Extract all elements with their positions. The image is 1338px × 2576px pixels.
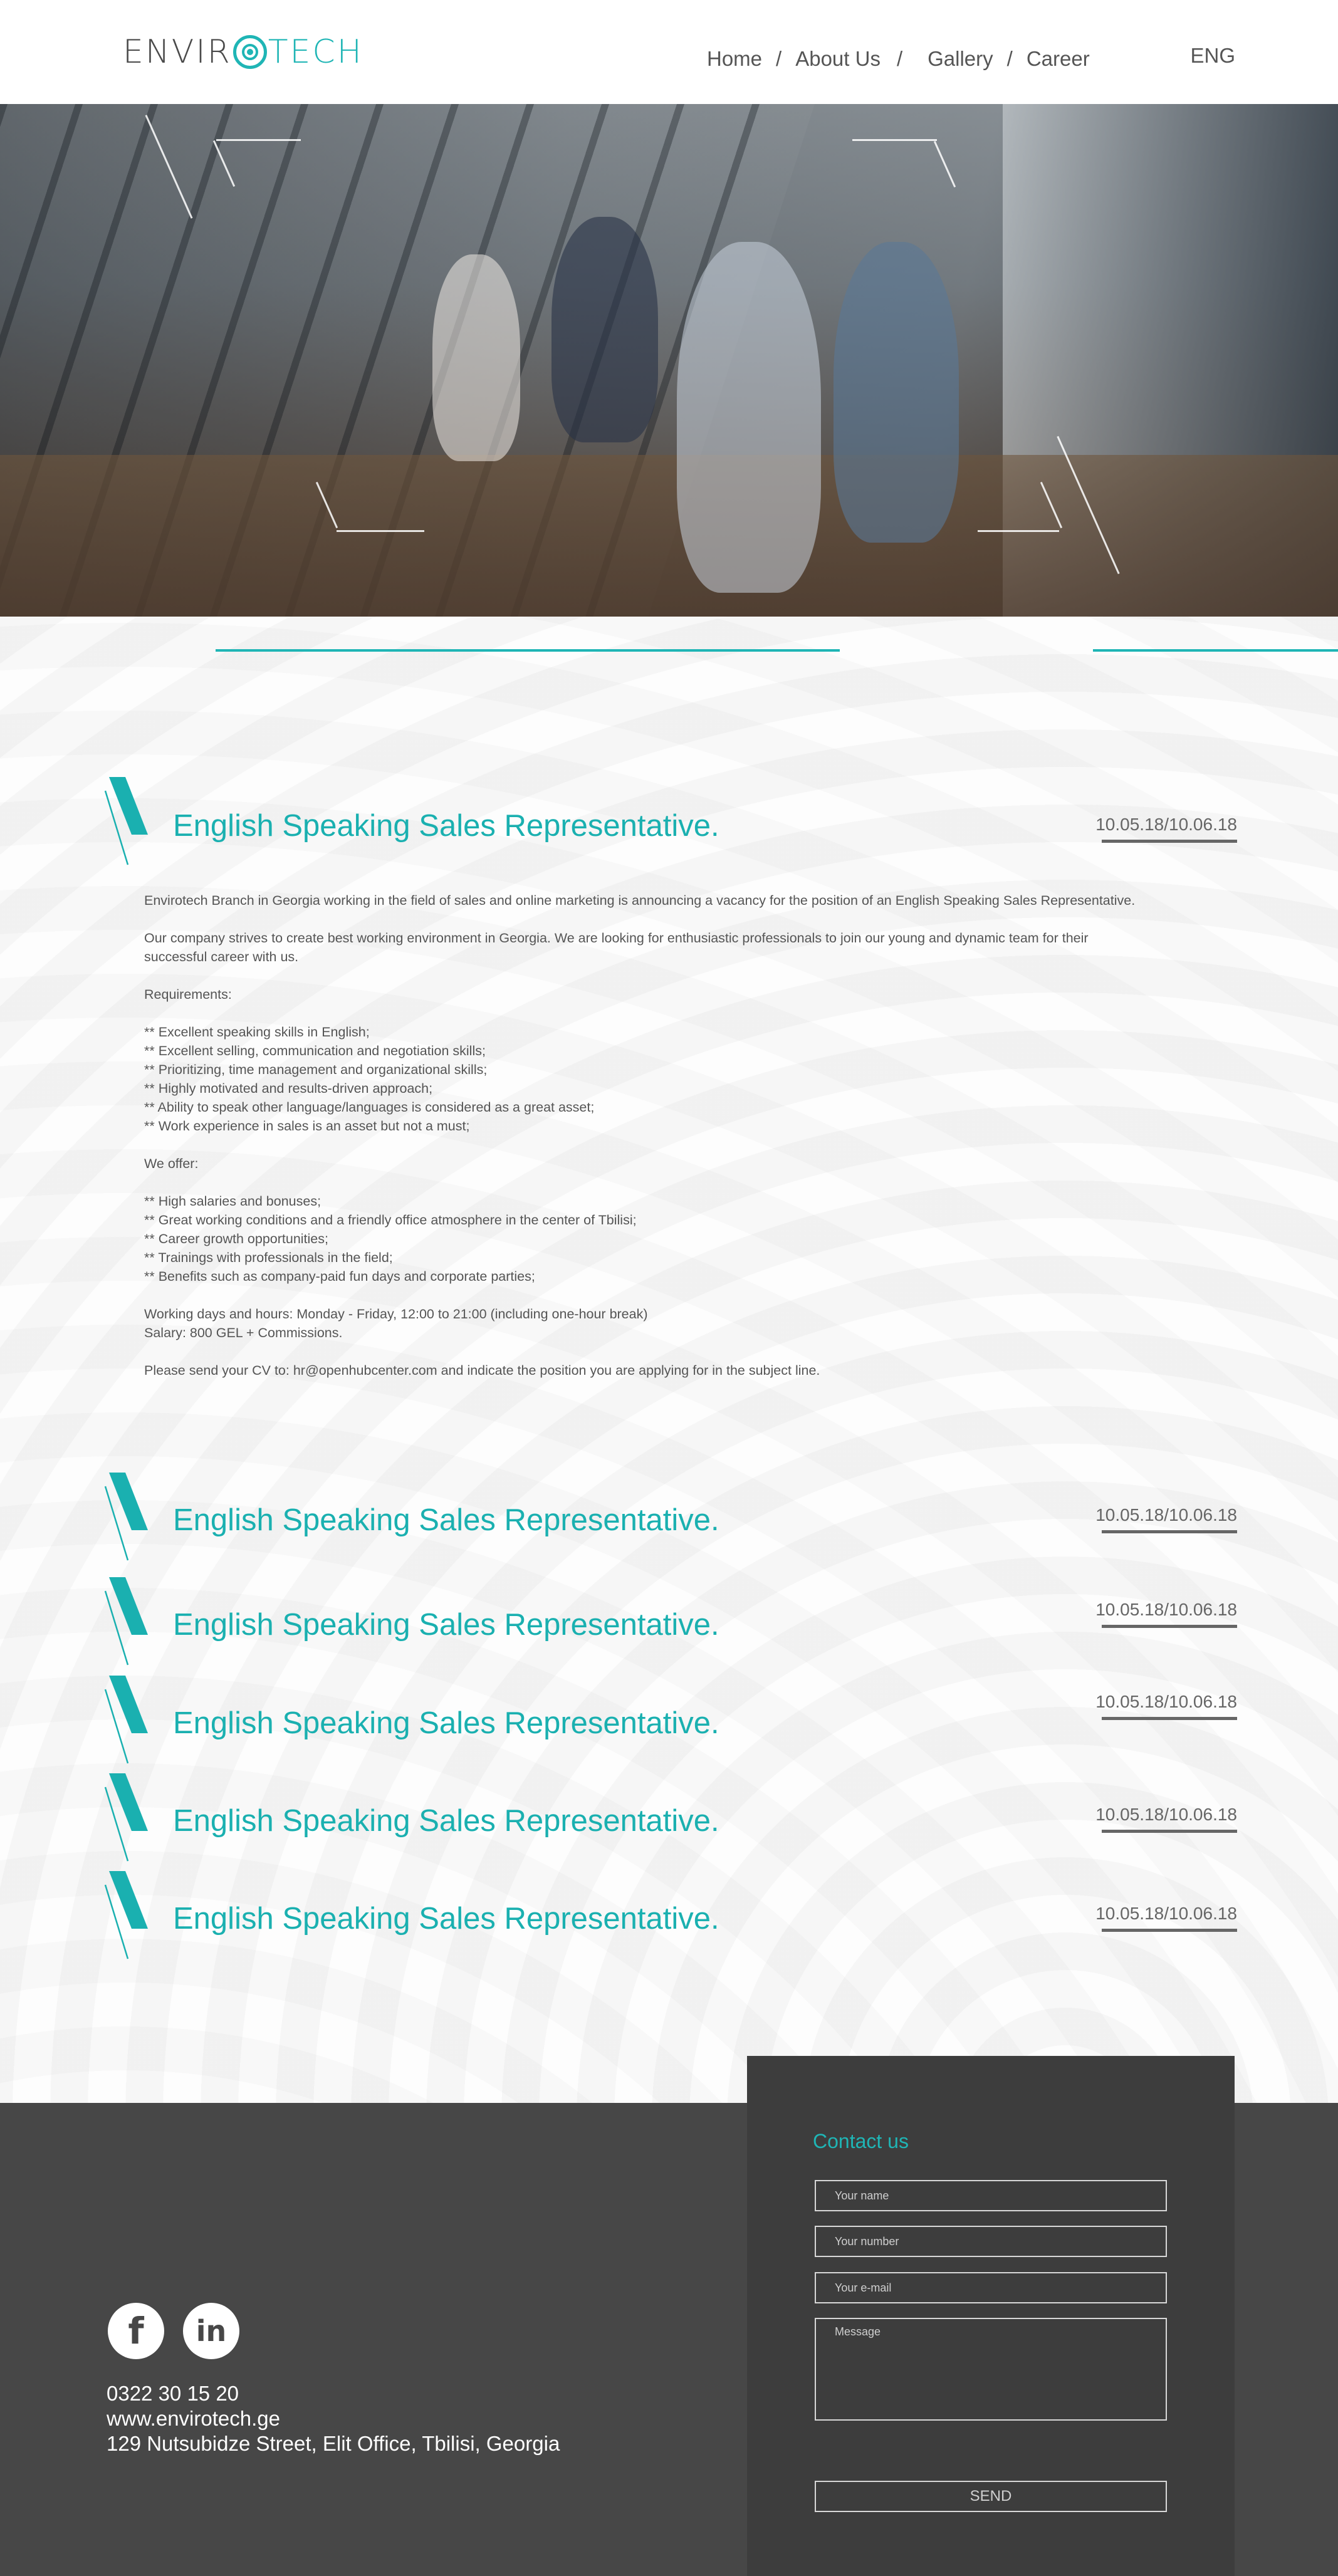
job-description: Envirotech Branch in Georgia working in … xyxy=(144,891,1147,1380)
requirement-item: ** Excellent selling, communication and … xyxy=(144,1043,486,1058)
requirement-item: ** Ability to speak other language/langu… xyxy=(144,1100,595,1115)
hero-person xyxy=(551,217,658,442)
offer-label: We offer: xyxy=(144,1156,199,1171)
job-marker-icon xyxy=(104,1473,148,1561)
job-listing[interactable]: English Speaking Sales Representative. 1… xyxy=(103,1577,1237,1666)
offer-item: ** Great working conditions and a friend… xyxy=(144,1212,637,1228)
main-nav: Home / About Us / Gallery / Career xyxy=(707,44,1090,74)
nav-gallery[interactable]: Gallery xyxy=(928,47,993,71)
site-header: ENVIR TECH Home / About Us / Gallery / C… xyxy=(0,0,1338,104)
job-marker-icon xyxy=(104,1676,148,1764)
requirement-item: ** Excellent speaking skills in English; xyxy=(144,1025,370,1040)
footer-website[interactable]: www.envirotech.ge xyxy=(107,2406,560,2431)
nav-about-us[interactable]: About Us xyxy=(795,47,881,71)
offer-item: ** Benefits such as company-paid fun day… xyxy=(144,1269,535,1284)
job-title[interactable]: English Speaking Sales Representative. xyxy=(173,1901,719,1936)
contact-title: Contact us xyxy=(813,2130,909,2152)
logo-text-end: TECH xyxy=(268,33,363,71)
logo-text-start: ENVIR xyxy=(123,33,232,71)
offer-item: ** High salaries and bonuses; xyxy=(144,1194,321,1209)
hero-person xyxy=(432,254,520,461)
hero-frame-line xyxy=(852,139,937,141)
footer-phone[interactable]: 0322 30 15 20 xyxy=(107,2381,560,2406)
date-underline xyxy=(1102,1830,1237,1833)
hero-image xyxy=(0,104,1338,617)
job-date: 10.05.18/10.06.18 xyxy=(1095,1600,1237,1619)
job-listing[interactable]: English Speaking Sales Representative. 1… xyxy=(103,1773,1237,1862)
nav-separator: / xyxy=(896,47,903,70)
hero-person xyxy=(834,242,959,543)
hero-accent-lines xyxy=(0,649,1338,654)
hero-frame-line xyxy=(978,530,1059,532)
job-date: 10.05.18/10.06.18 xyxy=(1095,1505,1237,1525)
message-field[interactable]: Message xyxy=(815,2318,1167,2421)
facebook-icon[interactable]: f xyxy=(108,2303,164,2359)
job-apply: Please send your CV to: hr@openhubcenter… xyxy=(144,1363,820,1378)
job-marker-icon xyxy=(104,1577,148,1666)
date-underline xyxy=(1102,840,1237,843)
name-field[interactable]: Your name xyxy=(815,2180,1167,2211)
job-date: 10.05.18/10.06.18 xyxy=(1095,815,1237,834)
job-date: 10.05.18/10.06.18 xyxy=(1095,1904,1237,1923)
job-hours: Working days and hours: Monday - Friday,… xyxy=(144,1306,648,1322)
footer-contact-info: 0322 30 15 20 www.envirotech.ge 129 Nuts… xyxy=(107,2381,560,2456)
job-marker-icon xyxy=(104,777,148,865)
nav-separator: / xyxy=(776,47,782,70)
requirements-list: ** Excellent speaking skills in English;… xyxy=(144,1023,1147,1135)
social-links: f in xyxy=(108,2303,239,2359)
send-button[interactable]: SEND xyxy=(815,2481,1167,2512)
job-salary: Salary: 800 GEL + Commissions. xyxy=(144,1325,343,1340)
language-switcher[interactable]: ENG xyxy=(1190,44,1235,68)
hero-person xyxy=(677,242,821,593)
hero-frame-line xyxy=(216,139,301,141)
accent-line xyxy=(1093,649,1338,652)
job-title[interactable]: English Speaking Sales Representative. xyxy=(173,1706,719,1741)
email-field[interactable]: Your e-mail xyxy=(815,2272,1167,2303)
date-underline xyxy=(1102,1530,1237,1533)
job-listing[interactable]: English Speaking Sales Representative. 1… xyxy=(103,1676,1237,1764)
job-marker-icon xyxy=(104,1871,148,1959)
requirement-item: ** Work experience in sales is an asset … xyxy=(144,1119,470,1134)
hero-frame-line xyxy=(337,530,424,532)
job-listing[interactable]: English Speaking Sales Representative. 1… xyxy=(103,777,1237,865)
job-date: 10.05.18/10.06.18 xyxy=(1095,1805,1237,1824)
hero-floor xyxy=(0,455,1338,617)
job-title[interactable]: English Speaking Sales Representative. xyxy=(173,1607,719,1642)
nav-career[interactable]: Career xyxy=(1027,47,1090,71)
offer-item: ** Career growth opportunities; xyxy=(144,1231,328,1246)
nav-separator: / xyxy=(1006,47,1013,70)
linkedin-icon[interactable]: in xyxy=(183,2303,239,2359)
date-underline xyxy=(1102,1717,1237,1720)
job-title[interactable]: English Speaking Sales Representative. xyxy=(173,808,719,843)
job-title[interactable]: English Speaking Sales Representative. xyxy=(173,1503,719,1538)
logo-target-icon xyxy=(233,35,267,69)
accent-line xyxy=(216,649,840,652)
job-marker-icon xyxy=(104,1773,148,1862)
job-date: 10.05.18/10.06.18 xyxy=(1095,1692,1237,1711)
job-title[interactable]: English Speaking Sales Representative. xyxy=(173,1803,719,1838)
job-listing[interactable]: English Speaking Sales Representative. 1… xyxy=(103,1871,1237,1959)
date-underline xyxy=(1102,1625,1237,1628)
hero-frame-line xyxy=(933,140,956,188)
offer-list: ** High salaries and bonuses; ** Great w… xyxy=(144,1192,1147,1286)
offer-item: ** Trainings with professionals in the f… xyxy=(144,1250,393,1265)
job-intro: Envirotech Branch in Georgia working in … xyxy=(144,893,1136,908)
date-underline xyxy=(1102,1929,1237,1932)
requirement-item: ** Highly motivated and results-driven a… xyxy=(144,1081,433,1096)
requirements-label: Requirements: xyxy=(144,987,232,1002)
contact-form: Contact us Your name Your number Your e-… xyxy=(747,2056,1235,2576)
logo[interactable]: ENVIR TECH xyxy=(123,30,363,74)
job-listing[interactable]: English Speaking Sales Representative. 1… xyxy=(103,1473,1237,1561)
footer-address: 129 Nutsubidze Street, Elit Office, Tbil… xyxy=(107,2432,560,2455)
number-field[interactable]: Your number xyxy=(815,2226,1167,2257)
nav-home[interactable]: Home xyxy=(707,47,762,71)
requirement-item: ** Prioritizing, time management and org… xyxy=(144,1062,488,1077)
job-company: Our company strives to create best worki… xyxy=(144,931,1089,964)
